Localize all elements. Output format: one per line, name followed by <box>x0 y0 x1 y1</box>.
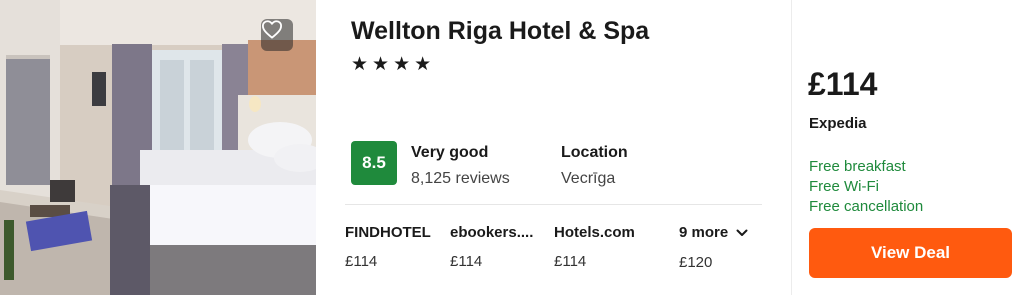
perk-free-cancellation: Free cancellation <box>809 198 924 215</box>
provider-price: £114 <box>450 253 483 270</box>
hotel-star-rating: ★★★★ <box>351 54 436 75</box>
location-title: Location <box>561 144 628 161</box>
more-providers-button[interactable]: 9 more £120 <box>679 224 774 271</box>
view-deal-button[interactable]: View Deal <box>809 228 1012 278</box>
chevron-down-icon <box>736 229 748 236</box>
heart-icon <box>261 20 282 39</box>
divider <box>345 204 762 205</box>
provider-ebookers[interactable]: ebookers.... £114 <box>450 224 545 270</box>
provider-name: ebookers.... <box>450 224 534 241</box>
favorite-button[interactable] <box>261 19 293 51</box>
rating-label: Very good <box>411 144 489 161</box>
provider-findhotel[interactable]: FINDHOTEL £114 <box>345 224 440 270</box>
review-count[interactable]: 8,125 reviews <box>411 170 510 188</box>
provider-price: £114 <box>554 253 587 270</box>
best-price-provider: Expedia <box>809 115 867 132</box>
location-value[interactable]: Vecrīga <box>561 170 615 188</box>
more-providers-label: 9 more <box>679 224 729 241</box>
panel-separator <box>791 0 792 295</box>
perk-free-breakfast: Free breakfast <box>809 158 906 175</box>
provider-name: FINDHOTEL <box>345 224 431 241</box>
provider-name: Hotels.com <box>554 224 635 241</box>
more-providers-price: £120 <box>679 254 713 271</box>
provider-price: £114 <box>345 253 378 270</box>
review-score-badge: 8.5 <box>351 141 397 185</box>
best-price: £114 <box>808 66 878 102</box>
hotel-name[interactable]: Wellton Riga Hotel & Spa <box>351 17 649 46</box>
perk-free-wifi: Free Wi-Fi <box>809 178 879 195</box>
provider-hotels-com[interactable]: Hotels.com £114 <box>554 224 649 270</box>
perks-list: Free breakfast Free Wi-Fi Free cancellat… <box>809 157 923 217</box>
hotel-result-card: Wellton Riga Hotel & Spa ★★★★ 8.5 Very g… <box>0 0 1024 295</box>
hotel-photo[interactable] <box>0 0 316 295</box>
